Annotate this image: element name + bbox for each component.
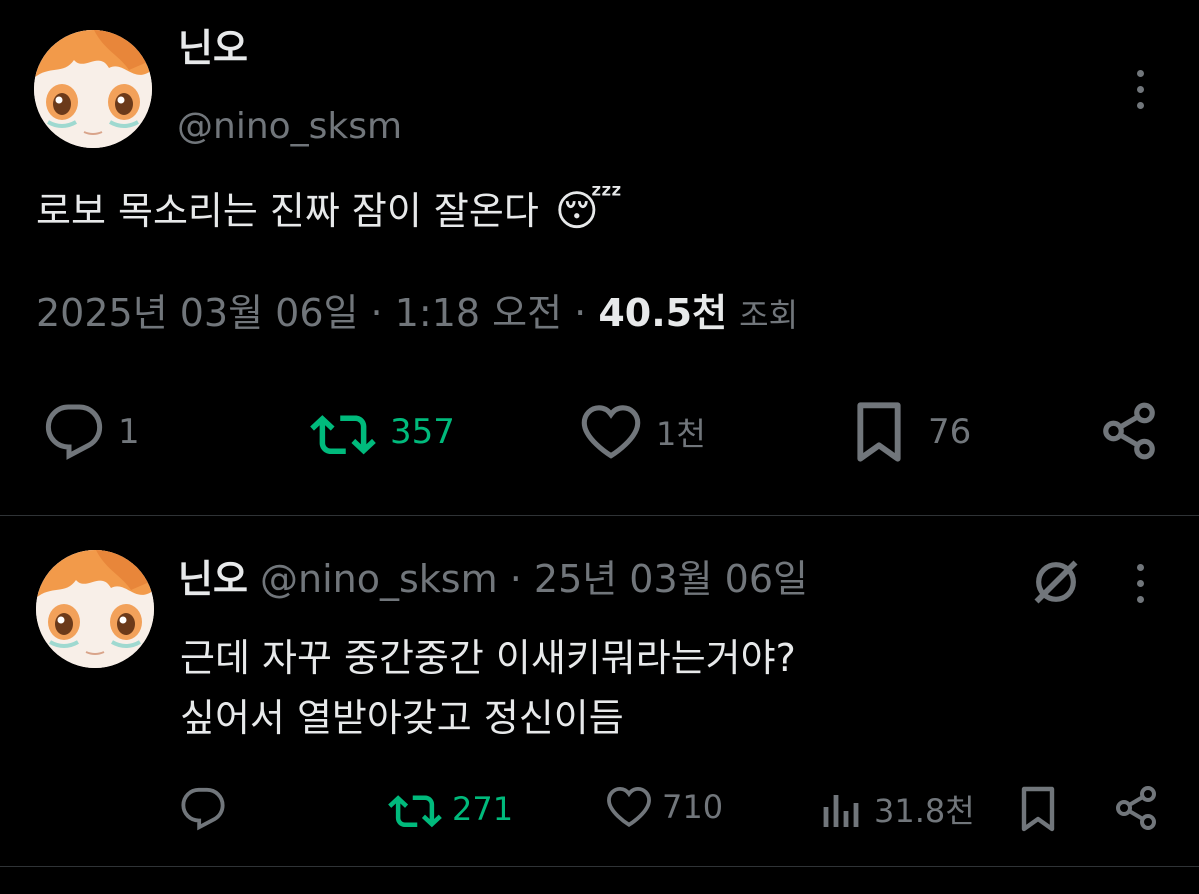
author-name[interactable]: 닌오 <box>178 24 248 72</box>
reply-text-line-1: 근데 자꾸 중간중간 이새키뭐라는거야? <box>180 636 796 680</box>
tweet-time[interactable]: 1:18 오전 <box>395 291 562 335</box>
reply-text-line-2: 싶어서 열받아갖고 정신이듬 <box>180 696 624 740</box>
meta-separator: · <box>370 291 383 335</box>
views-icon <box>823 795 859 827</box>
avatar-image <box>34 30 152 148</box>
reply-bookmark-button[interactable] <box>1018 784 1058 838</box>
repost-count: 357 <box>390 412 455 452</box>
share-button[interactable] <box>1098 400 1160 466</box>
avatar-image <box>36 550 154 668</box>
reply-author-name[interactable]: 닌오 <box>178 557 248 601</box>
reply-author-handle[interactable]: @nino_sksm <box>260 557 498 601</box>
reply-reply-button[interactable] <box>180 786 226 836</box>
tweet-text-body: 로보 목소리는 진짜 잠이 잘온다 <box>36 189 539 233</box>
repost-icon <box>310 415 376 455</box>
like-button[interactable]: 1천 <box>580 404 706 460</box>
reply-avatar[interactable] <box>36 550 154 668</box>
reply-header: 닌오 @nino_sksm · 25년 03월 06일 <box>178 554 808 604</box>
reply-like-count: 710 <box>662 788 724 826</box>
reply-like-button[interactable]: 710 <box>606 786 723 828</box>
like-icon <box>581 405 641 459</box>
reply-more-icon[interactable] <box>1137 564 1144 603</box>
like-count: 1천 <box>656 415 706 453</box>
reply-repost-button[interactable]: 271 <box>388 786 513 832</box>
sleeping-face-icon: 😴 <box>554 186 623 235</box>
repost-icon <box>388 795 442 828</box>
bookmark-icon <box>857 402 901 462</box>
reply-icon <box>181 787 225 831</box>
reply-share-button[interactable] <box>1112 784 1160 836</box>
reply-repost-count: 271 <box>452 790 514 828</box>
reply-date[interactable]: 25년 03월 06일 <box>534 557 808 601</box>
avatar[interactable] <box>34 30 152 148</box>
reply-count: 1 <box>118 412 140 452</box>
meta-separator: · <box>509 557 522 601</box>
author-handle[interactable]: @nino_sksm <box>177 104 402 150</box>
grok-button[interactable] <box>1030 556 1082 612</box>
tweet-meta: 2025년 03월 06일 · 1:18 오전 · 40.5천 조회 <box>36 288 798 340</box>
reply-button[interactable]: 1 <box>44 402 140 462</box>
more-icon[interactable] <box>1137 70 1144 109</box>
meta-separator: · <box>574 291 587 335</box>
reply-views-button[interactable]: 31.8천 <box>820 786 975 832</box>
reply-views-count: 31.8천 <box>874 792 975 830</box>
views-count[interactable]: 40.5천 <box>598 291 727 335</box>
divider <box>0 866 1199 867</box>
share-icon <box>1103 402 1155 460</box>
tweet-date[interactable]: 2025년 03월 06일 <box>36 291 358 335</box>
grok-icon <box>1034 560 1078 604</box>
share-icon <box>1116 786 1156 830</box>
bookmark-icon <box>1021 786 1055 832</box>
views-label: 조회 <box>739 296 799 334</box>
repost-button[interactable]: 357 <box>310 404 455 460</box>
bookmark-count: 76 <box>928 412 972 452</box>
reply-icon <box>45 404 103 460</box>
divider <box>0 515 1199 516</box>
tweet-text: 로보 목소리는 진짜 잠이 잘온다 😴 <box>36 186 622 236</box>
like-icon <box>607 786 651 827</box>
bookmark-button[interactable]: 76 <box>852 400 971 464</box>
